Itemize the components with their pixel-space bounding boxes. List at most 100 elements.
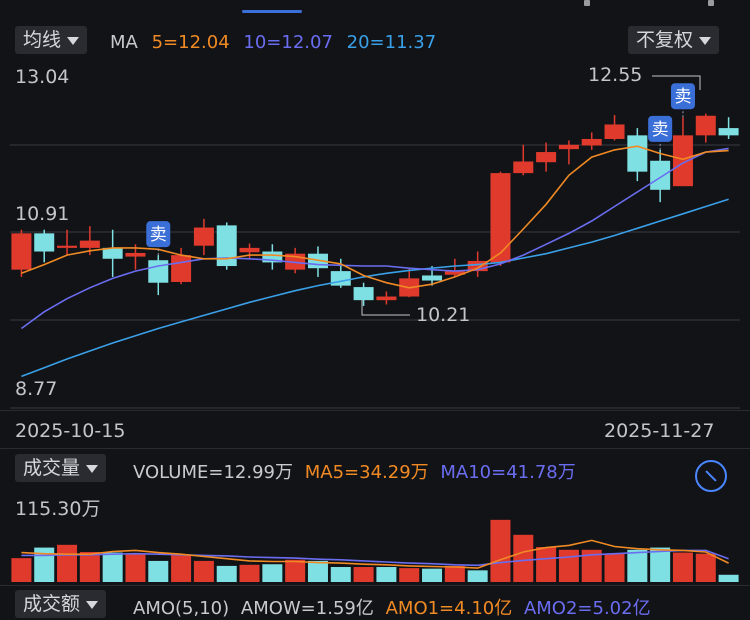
volume-bar <box>695 553 716 582</box>
candle <box>558 140 579 165</box>
start-date-label: 2025-10-15 <box>15 420 126 442</box>
candle-body <box>422 275 443 281</box>
volume-bar <box>650 547 671 582</box>
candle <box>718 117 739 139</box>
volume-bar <box>285 559 306 582</box>
min-price-annotation: 10.21 <box>416 304 471 326</box>
divider <box>0 448 750 449</box>
ma10-line <box>20 147 729 330</box>
sell-marker[interactable]: 卖 <box>670 83 695 118</box>
candle <box>216 222 237 270</box>
divider <box>0 410 750 411</box>
volume-lines-group <box>21 539 729 569</box>
price-high-label: 13.04 <box>15 66 70 88</box>
volume-bar <box>672 552 693 582</box>
volume-bar <box>34 547 55 582</box>
amount-indicator-select[interactable]: 成交额 <box>15 590 107 618</box>
candles-group <box>11 113 739 306</box>
volume-ma5-line <box>21 539 729 569</box>
candle <box>650 149 671 203</box>
candle <box>285 247 306 274</box>
volume-bar <box>102 552 123 582</box>
volume-bar <box>536 547 557 582</box>
candle <box>513 144 534 176</box>
volume-bar <box>57 544 78 582</box>
candle <box>34 229 55 263</box>
candle <box>536 142 557 172</box>
candle-body <box>57 245 78 248</box>
candle-body <box>604 124 625 139</box>
candle <box>604 115 625 141</box>
candle-body <box>216 225 237 267</box>
volume-bar <box>171 554 192 582</box>
expand-icon[interactable] <box>695 460 727 492</box>
volume-bar <box>376 567 397 582</box>
candle-body <box>627 135 648 172</box>
ma-lines-group <box>20 145 729 378</box>
candle <box>695 113 716 143</box>
volume-ma10: MA10=41.78万 <box>440 462 576 483</box>
amo2-value: AMO2=5.02亿 <box>523 598 651 619</box>
volume-bar <box>422 568 443 582</box>
amount-legend: AMO(5,10) AMOW=1.59亿 AMO1=4.10亿 AMO2=5.0… <box>133 594 657 620</box>
amo-title: AMO(5,10) <box>133 598 230 619</box>
candle-body <box>581 138 602 146</box>
volume-bar <box>307 560 328 582</box>
candle-body <box>695 115 716 136</box>
price-mid-label: 10.91 <box>15 203 70 225</box>
candle-body <box>193 227 214 246</box>
volume-bar <box>718 574 739 582</box>
end-date-label: 2025-11-27 <box>604 420 715 442</box>
volume-bars-group <box>11 519 739 582</box>
candle-body <box>558 144 579 150</box>
candle-body <box>34 233 55 252</box>
candle-body <box>376 296 397 301</box>
volume-bar <box>353 567 374 582</box>
volume-bar <box>262 564 283 582</box>
volume-bar <box>399 568 420 582</box>
candle-body <box>536 152 557 163</box>
chevron-down-icon <box>86 600 99 609</box>
volume-bar <box>581 549 602 582</box>
ma20-line <box>21 198 729 378</box>
volume-bar <box>330 567 351 582</box>
sell-marker-label: 卖 <box>652 120 669 140</box>
candle-body <box>490 173 511 263</box>
volume-bar <box>239 564 260 582</box>
volume-bar <box>11 558 32 582</box>
sell-marker-label: 卖 <box>674 87 691 107</box>
candle <box>148 255 169 296</box>
candle-body <box>125 252 146 257</box>
volume-bar <box>125 553 146 582</box>
volume-bar <box>490 519 511 582</box>
candle-body <box>718 128 739 136</box>
candle <box>353 282 374 306</box>
candle-body <box>79 240 100 248</box>
price-low-label: 8.77 <box>15 378 58 400</box>
candle <box>57 229 78 256</box>
candle-body <box>11 233 32 270</box>
volume-bar <box>79 552 100 582</box>
divider <box>0 585 750 586</box>
candle-body <box>330 271 351 286</box>
volume-bar <box>193 560 214 582</box>
volume-legend: VOLUME=12.99万 MA5=34.29万 MA10=41.78万 <box>133 458 582 484</box>
candle <box>262 244 283 270</box>
volume-bar <box>444 565 465 582</box>
volume-ma10-line <box>21 549 729 567</box>
candle-body <box>239 247 260 253</box>
sell-marker[interactable]: 卖 <box>146 221 171 256</box>
volume-indicator-label: 成交量 <box>23 457 81 479</box>
volume-indicator-select[interactable]: 成交量 <box>15 454 107 482</box>
chevron-down-icon <box>86 464 99 473</box>
sell-marker-label: 卖 <box>150 225 167 245</box>
candle <box>627 128 648 182</box>
max-price-annotation: 12.55 <box>588 64 643 86</box>
volume-max-label: 115.30万 <box>15 498 101 520</box>
volume-bar <box>513 534 534 582</box>
candle-body <box>650 160 671 190</box>
volume-value: VOLUME=12.99万 <box>133 462 293 483</box>
volume-bar <box>148 560 169 582</box>
volume-bar <box>467 570 488 582</box>
candle <box>102 229 123 277</box>
